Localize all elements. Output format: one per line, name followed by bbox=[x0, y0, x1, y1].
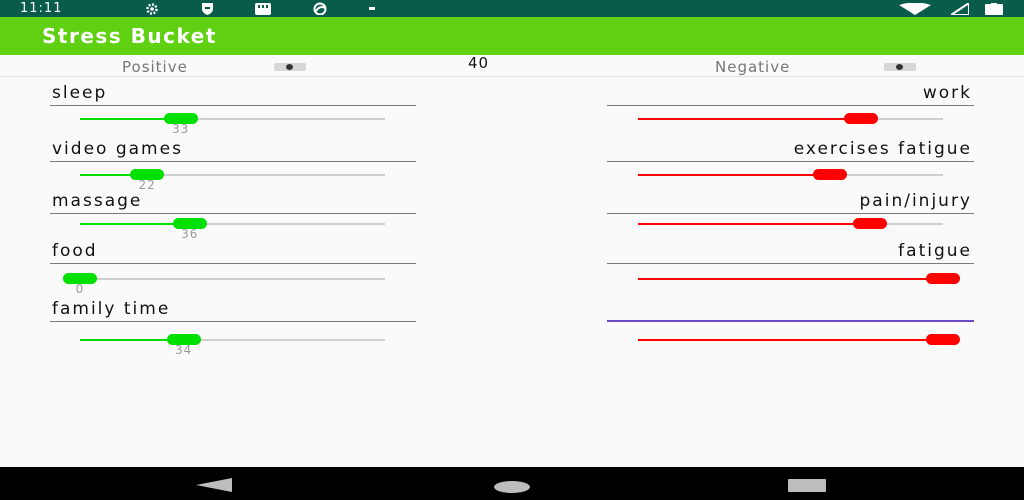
back-icon[interactable] bbox=[196, 477, 232, 496]
recents-icon[interactable] bbox=[788, 477, 826, 496]
sync-icon bbox=[305, 2, 335, 15]
negative-slider-thumb[interactable] bbox=[813, 169, 848, 180]
negative-factor-input-empty[interactable] bbox=[607, 298, 974, 322]
positive-slider-massage[interactable] bbox=[80, 223, 385, 225]
negative-slider-work[interactable] bbox=[638, 118, 943, 120]
status-time: 11:11 bbox=[20, 1, 63, 16]
positive-factor-label-sleep: sleep bbox=[50, 82, 416, 106]
signal-icon bbox=[950, 2, 970, 15]
positive-factor-label-family-time: family time bbox=[50, 298, 416, 322]
navigation-bar bbox=[0, 467, 1024, 500]
positive-slider-video-games[interactable] bbox=[80, 174, 385, 176]
app-title: Stress Bucket bbox=[42, 24, 217, 48]
positive-factor-label-video-games: video games bbox=[50, 138, 416, 162]
slider-fill bbox=[638, 174, 831, 176]
positive-toggle[interactable] bbox=[274, 63, 306, 71]
positive-slider-sleep[interactable] bbox=[80, 118, 385, 120]
dot-icon bbox=[367, 2, 377, 15]
slider-fill bbox=[638, 118, 861, 120]
home-icon[interactable] bbox=[494, 478, 530, 497]
negative-slider-thumb[interactable] bbox=[843, 113, 878, 124]
positive-factor-label-food: food bbox=[50, 240, 416, 264]
sd-card-icon bbox=[253, 2, 273, 15]
negative-slider-thumb[interactable] bbox=[852, 218, 887, 229]
shield-icon bbox=[198, 2, 216, 15]
slider-fill bbox=[638, 278, 943, 280]
negative-slider-exercises-fatigue[interactable] bbox=[638, 174, 943, 176]
positive-value-sleep: 33 bbox=[172, 122, 190, 136]
status-bar: 11:11 bbox=[0, 0, 1024, 17]
negative-slider-thumb[interactable] bbox=[926, 273, 960, 284]
slider-fill bbox=[638, 223, 870, 225]
app-bar: Stress Bucket bbox=[0, 17, 1024, 55]
negative-slider-fatigue[interactable] bbox=[638, 278, 943, 280]
positive-slider-food[interactable] bbox=[80, 278, 385, 280]
positive-label: Positive bbox=[122, 58, 188, 76]
battery-icon bbox=[984, 2, 1004, 15]
slider-fill bbox=[638, 339, 943, 341]
negative-factor-label-exercises-fatigue: exercises fatigue bbox=[607, 138, 974, 162]
negative-toggle[interactable] bbox=[884, 63, 916, 71]
negative-factor-label-work: work bbox=[607, 82, 974, 106]
wifi-icon bbox=[898, 2, 932, 15]
positive-value-family-time: 34 bbox=[175, 343, 193, 357]
negative-slider-thumb[interactable] bbox=[926, 334, 960, 345]
negative-label: Negative bbox=[715, 58, 791, 76]
negative-factor-label-fatigue: fatigue bbox=[607, 240, 974, 264]
negative-slider-pain-injury[interactable] bbox=[638, 223, 943, 225]
settings-icon bbox=[143, 2, 161, 15]
negative-slider-empty[interactable] bbox=[638, 339, 943, 341]
stress-score: 40 bbox=[468, 54, 490, 72]
positive-value-massage: 36 bbox=[181, 227, 199, 241]
positive-factor-label-massage: massage bbox=[50, 190, 416, 214]
positive-slider-family-time[interactable] bbox=[80, 339, 385, 341]
negative-factor-label-pain-injury: pain/injury bbox=[607, 190, 974, 214]
header-row: Positive 40 Negative bbox=[0, 54, 1024, 77]
positive-value-food: 0 bbox=[75, 282, 85, 296]
